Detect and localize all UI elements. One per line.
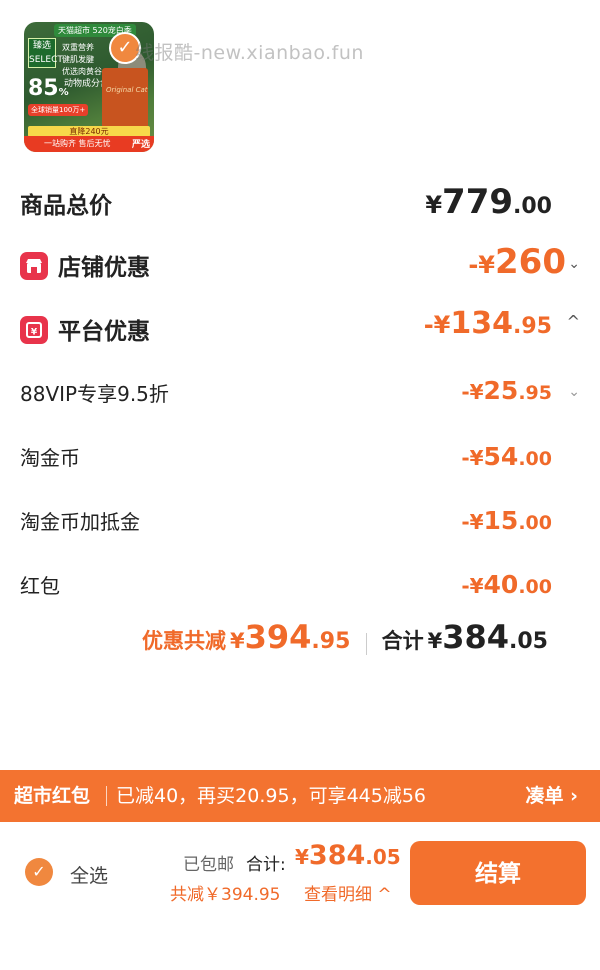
yen-symbol: -¥	[461, 380, 484, 404]
banner-label: 超市红包	[14, 785, 91, 807]
price-decimal: .95	[518, 382, 552, 404]
percent-value: 85	[28, 76, 59, 101]
bottom-total-label: 合计:	[246, 855, 286, 875]
divider	[365, 632, 367, 655]
total-decimal: .05	[509, 629, 548, 654]
price-integer: 779	[442, 182, 514, 222]
feature-item: 健肌发腱	[62, 55, 94, 64]
free-shipping-label: 已包邮	[183, 855, 234, 875]
yen-symbol: ¥	[230, 629, 245, 653]
price-integer: 260	[495, 242, 566, 282]
yen-symbol: -¥	[461, 510, 484, 534]
product-features: 双重营养 健肌发腱 优选肉黄谷	[62, 42, 102, 78]
store-discount-row[interactable]: 店铺优惠 -¥260 ⌄	[0, 242, 600, 286]
product-bag: Original Cat	[102, 68, 148, 128]
platform-discount-label: ¥ 平台优惠	[20, 312, 150, 347]
yen-symbol: -¥	[461, 446, 484, 470]
total-label: 合计	[381, 629, 424, 653]
red-packet-value: -¥40.00	[461, 570, 552, 599]
yen-symbol: -¥	[423, 311, 451, 339]
price-decimal: .95	[513, 314, 552, 339]
coins-extra-label: 淘金币加抵金	[20, 510, 140, 534]
goods-total-value: ¥779.00	[425, 182, 552, 222]
select-all-checkbox[interactable]: ✓	[25, 858, 53, 886]
checkout-button[interactable]: 结算	[410, 841, 586, 905]
banner-text: 已减40，再买20.95，可享445减56	[116, 785, 427, 807]
platform-discount-text: 平台优惠	[58, 319, 150, 345]
red-packet-label: 红包	[20, 574, 60, 598]
price-integer: 54	[483, 442, 519, 471]
yen-symbol: ¥	[427, 629, 443, 653]
store-discount-label: 店铺优惠	[20, 248, 150, 283]
price-decimal: .00	[518, 512, 552, 534]
checkout-bar: ✓ 全选 已包邮 合计: ¥384.05 共减￥394.95 查看明细 ^ 结算	[0, 822, 600, 970]
coins-value: -¥54.00	[461, 442, 552, 471]
total-saved-label: 优惠共减	[142, 629, 226, 653]
chevron-down-icon[interactable]: ⌄	[568, 256, 580, 272]
price-integer: 25	[483, 376, 519, 405]
divider	[106, 786, 107, 806]
coupon-icon: ¥	[20, 315, 48, 344]
yen-symbol: ¥	[425, 191, 443, 219]
add-items-link[interactable]: 凑单 ›	[526, 770, 578, 822]
yen-symbol: -¥	[461, 574, 484, 598]
price-decimal: .00	[518, 576, 552, 598]
coins-extra-value: -¥15.00	[461, 506, 552, 535]
yen-symbol: -¥	[468, 251, 496, 279]
price-decimal: .00	[518, 448, 552, 470]
store-discount-text: 店铺优惠	[58, 255, 150, 281]
bag-text: Original Cat	[106, 86, 148, 94]
coins-label: 淘金币	[20, 446, 80, 470]
price-integer: 15	[483, 506, 519, 535]
vip-discount-label: 88VIP专享9.5折	[20, 382, 169, 406]
feature-item: 双重营养	[62, 43, 94, 52]
svg-text:¥: ¥	[31, 327, 38, 337]
checkmark-icon: ✓	[32, 862, 46, 881]
price-integer: 384	[308, 840, 366, 871]
corner-label: 严选	[131, 140, 150, 150]
price-decimal: .00	[513, 194, 552, 219]
total-saved-integer: 394	[244, 618, 312, 656]
brand-box: 臻选 SELECT	[28, 38, 63, 68]
vip-discount-value: -¥25.95	[461, 376, 552, 405]
price-decimal: .05	[365, 845, 401, 869]
goods-total-row: 商品总价 ¥779.00	[0, 182, 600, 226]
select-all-label[interactable]: 全选	[70, 861, 108, 888]
total-integer: 384	[442, 618, 510, 656]
discount-summary: 优惠共减 ¥394.95 合计 ¥384.05	[142, 618, 548, 656]
coins-row: 淘金币 -¥54.00	[0, 440, 600, 476]
watermark: 线报酷-new.xianbao.fun	[135, 42, 364, 64]
percent-sub: 全球销量100万+	[28, 104, 89, 116]
price-integer: 134	[450, 306, 514, 341]
goods-total-label: 商品总价	[20, 193, 112, 219]
price-integer: 40	[483, 570, 519, 599]
platform-discount-row[interactable]: ¥ 平台优惠 -¥134.95 ^	[0, 306, 600, 350]
chevron-up-icon[interactable]: ^	[567, 312, 580, 331]
supermarket-red-packet-banner[interactable]: 超市红包 已减40，再买20.95，可享445减56 凑单 ›	[0, 770, 600, 822]
chevron-down-icon[interactable]: ⌄	[568, 384, 580, 400]
vip-discount-row[interactable]: 88VIP专享9.5折 -¥25.95 ⌄	[0, 376, 600, 412]
yen-symbol: ¥	[295, 845, 309, 869]
storefront-icon	[20, 251, 48, 280]
red-packet-row: 红包 -¥40.00	[0, 568, 600, 604]
bottom-saved-text: 共减￥394.95	[170, 885, 281, 905]
percent-figure: 85%	[28, 76, 69, 101]
platform-discount-value: -¥134.95	[424, 306, 552, 341]
total-saved-decimal: .95	[311, 629, 351, 654]
store-discount-value: -¥260	[468, 242, 566, 282]
view-details-link[interactable]: 查看明细 ^	[304, 880, 392, 905]
coins-extra-row: 淘金币加抵金 -¥15.00	[0, 504, 600, 540]
bottom-total-value: ¥384.05	[295, 840, 401, 871]
